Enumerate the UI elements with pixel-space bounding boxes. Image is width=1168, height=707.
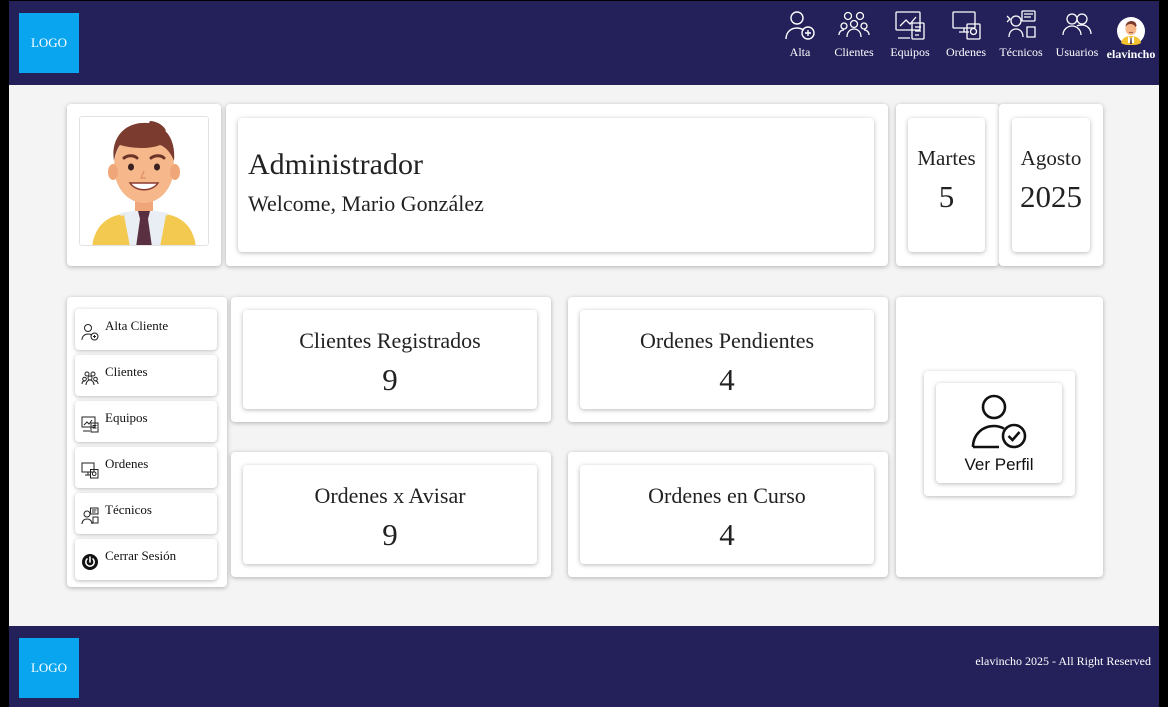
- avatar-card: [67, 104, 221, 266]
- nav-tecnicos-label: Técnicos: [999, 45, 1043, 59]
- power-icon: [82, 553, 98, 570]
- sidebar-menu: Alta Cliente Clientes Equipos Ordenes Té…: [67, 297, 227, 587]
- main-nav: Alta Clientes Equipos Ordenes Técnicos U…: [777, 9, 1159, 62]
- avatar: [79, 116, 209, 246]
- year-number: 2025: [1020, 179, 1082, 214]
- stat-panel[interactable]: Clientes Registrados 9: [243, 310, 537, 409]
- technician-icon: [1006, 10, 1036, 38]
- month-label: Agosto: [1020, 146, 1082, 170]
- nav-equipos[interactable]: Equipos: [885, 9, 935, 60]
- sidebar-item-tecnicos[interactable]: Técnicos: [75, 493, 217, 534]
- user-plus-icon: [81, 323, 99, 340]
- stat-value: 4: [719, 517, 735, 552]
- nav-alta[interactable]: Alta: [777, 9, 823, 60]
- nav-usuarios[interactable]: Usuarios: [1051, 9, 1103, 60]
- users-group-icon: [838, 11, 870, 38]
- footer-logo[interactable]: LOGO: [19, 638, 79, 698]
- stat-card-ordenes-x-avisar: Ordenes x Avisar 9: [231, 452, 551, 577]
- stat-panel[interactable]: Ordenes x Avisar 9: [243, 465, 537, 564]
- welcome-message: Welcome, Mario González: [248, 191, 484, 216]
- weekday-panel: Martes 5: [908, 118, 985, 252]
- sidebar-item-ordenes[interactable]: Ordenes: [75, 447, 217, 488]
- stat-panel[interactable]: Ordenes en Curso 4: [580, 465, 874, 564]
- stat-label: Clientes Registrados: [299, 328, 481, 353]
- stat-value: 4: [719, 362, 735, 397]
- sidebar-item-equipos[interactable]: Equipos: [75, 401, 217, 442]
- sidebar-item-label: Alta Cliente: [105, 317, 169, 333]
- nav-clientes[interactable]: Clientes: [829, 9, 879, 60]
- sidebar-item-label: Cerrar Sesión: [105, 547, 177, 563]
- nav-alta-label: Alta: [789, 45, 811, 59]
- month-card: Agosto 2025: [999, 104, 1103, 266]
- user-check-icon: [971, 394, 1027, 449]
- nav-clientes-label: Clientes: [834, 45, 874, 59]
- weekday-label: Martes: [917, 146, 976, 170]
- sidebar-item-alta-cliente[interactable]: Alta Cliente: [75, 309, 217, 350]
- nav-equipos-label: Equipos: [890, 45, 930, 59]
- copyright-text: elavincho 2025 - All Right Reserved: [975, 654, 1151, 668]
- month-panel: Agosto 2025: [1012, 118, 1090, 252]
- users-icon: [1062, 13, 1092, 36]
- user-plus-icon: [785, 11, 815, 40]
- nav-user-menu[interactable]: elavincho: [1103, 9, 1159, 62]
- equipment-icon: [895, 11, 925, 40]
- day-number: 5: [938, 179, 955, 214]
- stat-card-ordenes-pendientes: Ordenes Pendientes 4: [568, 297, 888, 422]
- sidebar-item-label: Técnicos: [105, 501, 152, 517]
- sidebar-item-clientes[interactable]: Clientes: [75, 355, 217, 396]
- stat-label: Ordenes Pendientes: [639, 328, 815, 353]
- stat-card-ordenes-en-curso: Ordenes en Curso 4: [568, 452, 888, 577]
- admin-avatar-illustration: [80, 117, 208, 245]
- welcome-card: Administrador Welcome, Mario González: [226, 104, 888, 266]
- stat-value: 9: [382, 517, 398, 552]
- equipment-icon: [81, 416, 99, 432]
- profile-card: Ver Perfil: [896, 297, 1103, 577]
- ver-perfil-label: Ver Perfil: [964, 455, 1034, 474]
- nav-ordenes[interactable]: Ordenes: [941, 9, 991, 60]
- nav-ordenes-label: Ordenes: [946, 45, 986, 59]
- stat-value: 9: [382, 362, 398, 397]
- stat-label: Ordenes en Curso: [648, 483, 806, 508]
- technician-icon: [81, 507, 99, 524]
- user-role-title: Administrador: [248, 148, 423, 181]
- welcome-panel: Administrador Welcome, Mario González: [238, 118, 874, 252]
- stat-label: Ordenes x Avisar: [314, 483, 466, 508]
- app-frame: LOGO Alta Clientes Equipos Ordenes Técni…: [9, 1, 1159, 707]
- orders-icon: [81, 462, 99, 478]
- users-group-icon: [81, 371, 99, 385]
- top-navbar: LOGO Alta Clientes Equipos Ordenes Técni…: [9, 1, 1159, 85]
- stat-panel[interactable]: Ordenes Pendientes 4: [580, 310, 874, 409]
- sidebar-item-cerrar-sesion[interactable]: Cerrar Sesión: [75, 539, 217, 580]
- header-logo[interactable]: LOGO: [19, 13, 79, 73]
- nav-usuarios-label: Usuarios: [1055, 45, 1099, 59]
- ver-perfil-button[interactable]: Ver Perfil: [936, 383, 1062, 483]
- sidebar-item-label: Equipos: [105, 409, 148, 425]
- stat-card-clientes-registrados: Clientes Registrados 9: [231, 297, 551, 422]
- nav-user-name: elavincho: [1106, 47, 1156, 61]
- nav-tecnicos[interactable]: Técnicos: [995, 9, 1047, 60]
- weekday-card: Martes 5: [896, 104, 999, 266]
- sidebar-item-label: Clientes: [105, 363, 148, 379]
- orders-icon: [952, 11, 981, 40]
- footer: LOGO elavincho 2025 - All Right Reserved: [9, 626, 1159, 707]
- profile-panel: Ver Perfil: [924, 371, 1075, 496]
- sidebar-item-label: Ordenes: [105, 455, 149, 471]
- user-avatar-icon: [1117, 17, 1145, 45]
